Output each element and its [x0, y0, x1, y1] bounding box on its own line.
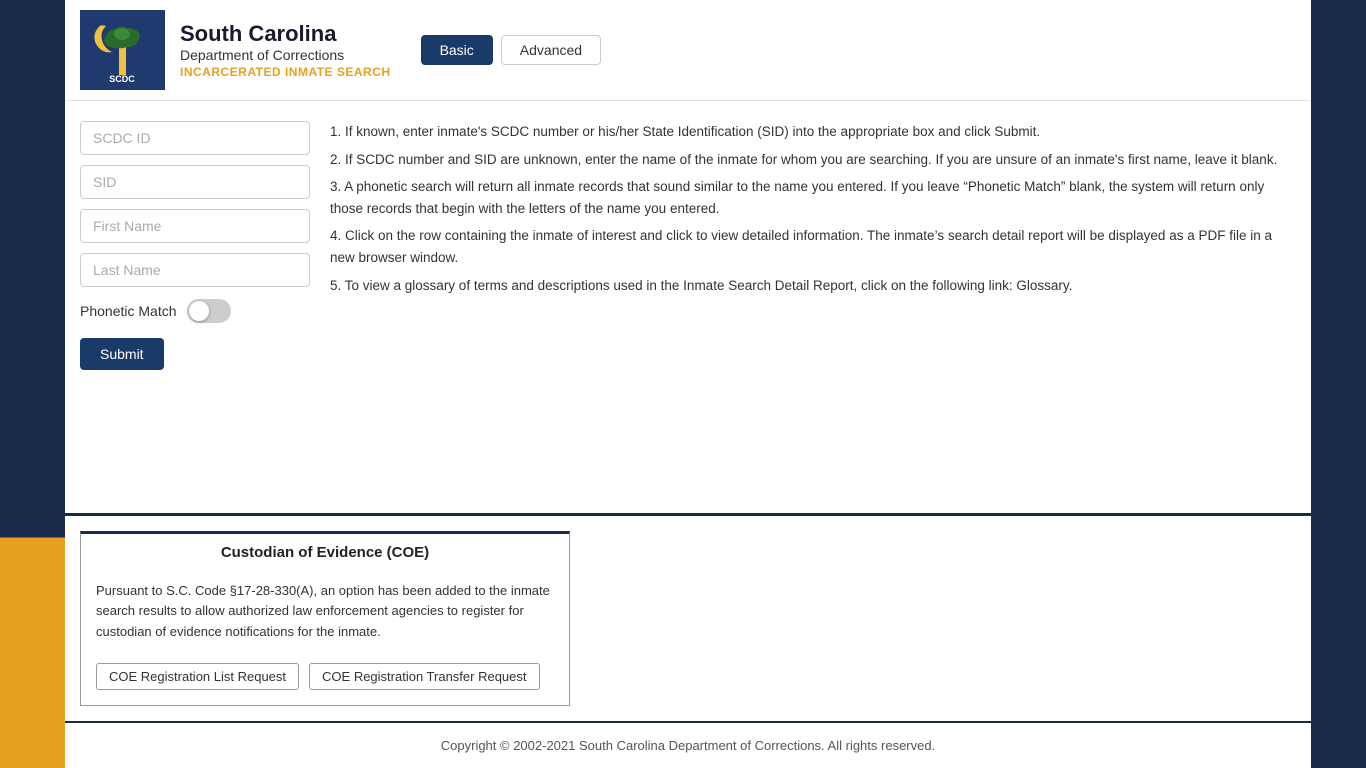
copyright-text: Copyright © 2002-2021 South Carolina Dep… [441, 738, 935, 753]
coe-transfer-request-button[interactable]: COE Registration Transfer Request [309, 663, 539, 690]
instructions-column: 1. If known, enter inmate's SCDC number … [330, 121, 1296, 493]
footer: Copyright © 2002-2021 South Carolina Dep… [65, 721, 1311, 768]
last-name-input[interactable] [80, 253, 310, 287]
tab-advanced[interactable]: Advanced [501, 35, 601, 65]
instruction-step4: 4. Click on the row containing the inmat… [330, 225, 1296, 268]
instruction-step2: 2. If SCDC number and SID are unknown, e… [330, 149, 1296, 171]
coe-body: Pursuant to S.C. Code §17-28-330(A), an … [81, 571, 569, 653]
tab-basic[interactable]: Basic [421, 35, 493, 65]
instruction-step5: 5. To view a glossary of terms and descr… [330, 275, 1296, 297]
logo-container: SCDC [80, 10, 165, 90]
org-name: South Carolina [180, 21, 391, 47]
coe-buttons: COE Registration List Request COE Regist… [81, 653, 569, 690]
scdc-id-input[interactable] [80, 121, 310, 155]
coe-box: Custodian of Evidence (COE) Pursuant to … [80, 531, 570, 706]
first-name-input[interactable] [80, 209, 310, 243]
main-content: SCDC South Carolina Department of Correc… [65, 0, 1311, 768]
phonetic-row: Phonetic Match [80, 299, 310, 323]
logo-text-block: South Carolina Department of Corrections… [180, 21, 391, 79]
org-tag: INCARCERATED INMATE SEARCH [180, 65, 391, 79]
phonetic-label: Phonetic Match [80, 303, 177, 319]
coe-title: Custodian of Evidence (COE) [81, 534, 569, 571]
submit-button[interactable]: Submit [80, 338, 164, 370]
bottom-section: Custodian of Evidence (COE) Pursuant to … [65, 513, 1311, 706]
header: SCDC South Carolina Department of Correc… [65, 0, 1311, 101]
scdc-logo: SCDC [80, 10, 165, 90]
instruction-step3: 3. A phonetic search will return all inm… [330, 176, 1296, 219]
coe-list-request-button[interactable]: COE Registration List Request [96, 663, 299, 690]
svg-text:SCDC: SCDC [109, 74, 135, 84]
phonetic-toggle[interactable] [187, 299, 231, 323]
body-area: Phonetic Match Submit 1. If known, enter… [65, 101, 1311, 513]
sid-input[interactable] [80, 165, 310, 199]
org-sub: Department of Corrections [180, 47, 391, 63]
tab-group: Basic Advanced [421, 35, 602, 65]
instruction-step1: 1. If known, enter inmate's SCDC number … [330, 121, 1296, 143]
form-column: Phonetic Match Submit [80, 121, 310, 493]
right-sidebar [1311, 0, 1366, 768]
left-sidebar [0, 0, 65, 768]
